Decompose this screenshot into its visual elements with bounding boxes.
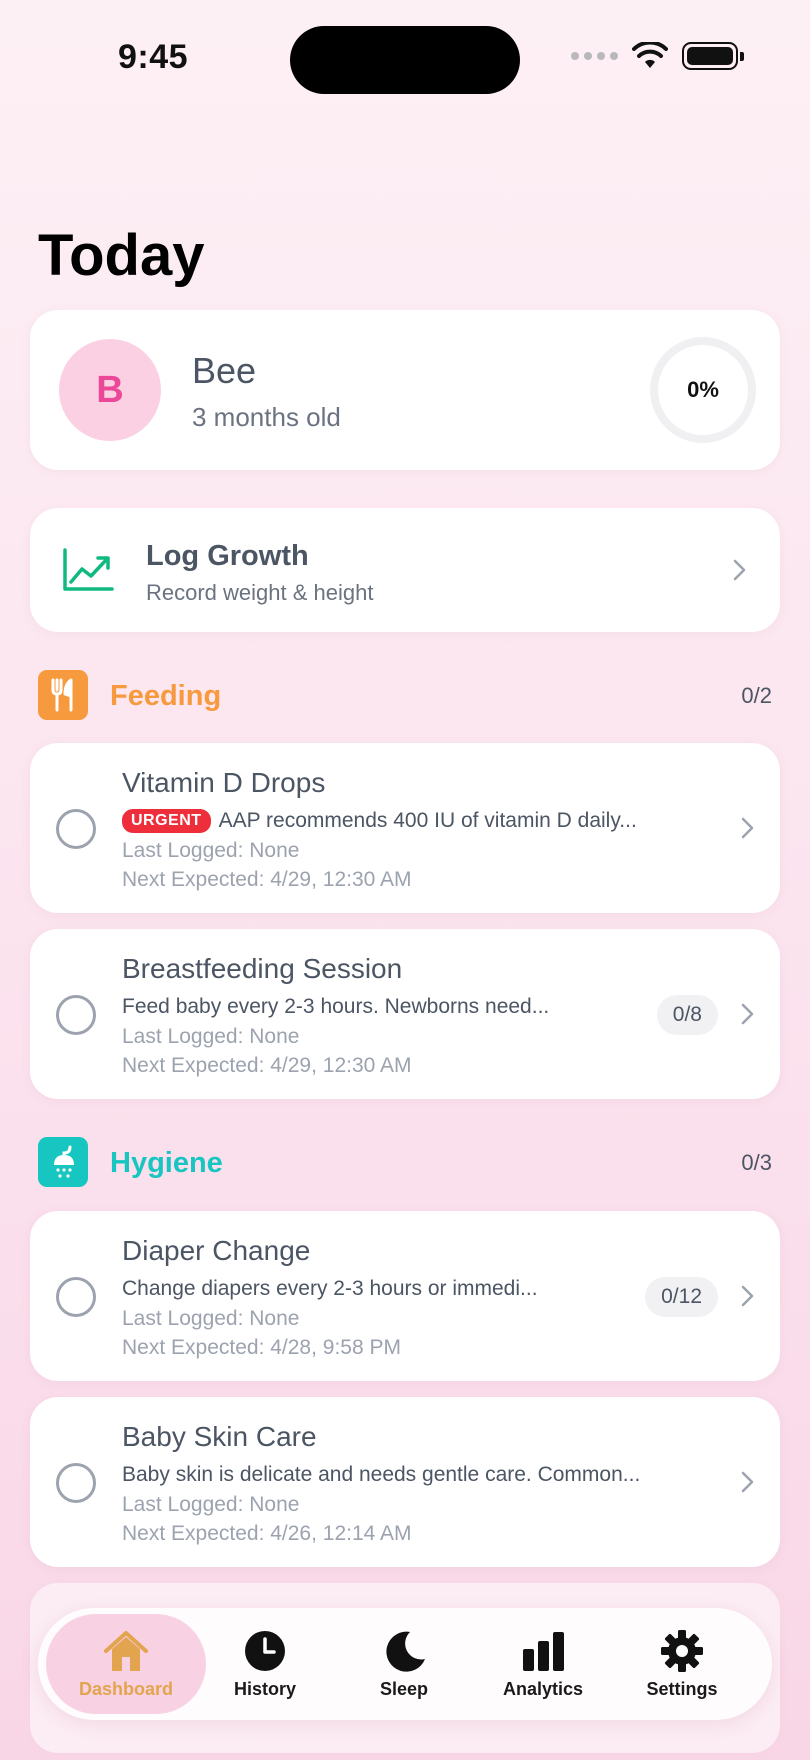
bottom-tab-bar: Dashboard History Sleep Analytics Settin… [38, 1608, 772, 1720]
task-card-baby-skin-care[interactable]: Baby Skin Care Baby skin is delicate and… [30, 1397, 780, 1567]
avatar: B [59, 339, 161, 441]
task-card-diaper-change[interactable]: Diaper Change Change diapers every 2-3 h… [30, 1211, 780, 1381]
baby-age: 3 months old [192, 402, 341, 432]
task-next-expected: Next Expected: 4/29, 12:30 AM [122, 868, 412, 891]
progress-label: 0% [687, 377, 719, 402]
task-card-vitamin-d[interactable]: Vitamin D Drops URGENT AAP recommends 40… [30, 743, 780, 913]
section-title: Feeding [110, 680, 222, 712]
cellular-signal-icon [571, 52, 618, 60]
task-title: Vitamin D Drops [122, 767, 326, 798]
page-title: Today [38, 223, 205, 288]
task-description: URGENT AAP recommends 400 IU of vitamin … [122, 809, 637, 833]
task-last-logged: Last Logged: None [122, 1493, 300, 1516]
task-card-breastfeeding[interactable]: Breastfeeding Session Feed baby every 2-… [30, 929, 780, 1099]
task-description: Feed baby every 2-3 hours. Newborns need… [122, 995, 550, 1018]
task-title: Breastfeeding Session [122, 953, 403, 984]
baby-name: Bee [192, 350, 257, 391]
task-count-pill: 0/12 [645, 1277, 718, 1317]
gear-icon [661, 1629, 703, 1672]
tab-dashboard[interactable]: Dashboard [46, 1614, 206, 1714]
baby-profile-card[interactable]: B Bee 3 months old 0% [30, 310, 780, 470]
task-next-expected: Next Expected: 4/28, 9:58 PM [122, 1336, 401, 1359]
tab-label: Analytics [502, 1678, 584, 1699]
tab-sleep[interactable]: Sleep [329, 1614, 479, 1714]
tab-label: Dashboard [78, 1678, 174, 1699]
task-title: Baby Skin Care [122, 1421, 317, 1452]
section-header-hygiene: Hygiene 0/3 [38, 1137, 772, 1187]
tab-label: Sleep [379, 1678, 429, 1699]
chevron-right-icon [741, 1003, 754, 1025]
bar-chart-icon [523, 1631, 564, 1671]
tab-analytics[interactable]: Analytics [468, 1614, 618, 1714]
section-count: 0/3 [741, 1150, 772, 1175]
house-icon [104, 1630, 148, 1671]
tab-history[interactable]: History [190, 1614, 340, 1714]
section-count: 0/2 [741, 683, 772, 708]
chevron-right-icon [741, 817, 754, 839]
chevron-right-icon [741, 1471, 754, 1493]
moon-icon [386, 1631, 425, 1672]
tab-settings[interactable]: Settings [607, 1614, 757, 1714]
task-next-expected: Next Expected: 4/26, 12:14 AM [122, 1522, 412, 1545]
complete-checkbox[interactable] [56, 809, 96, 849]
chevron-right-icon [741, 1285, 754, 1307]
daily-progress-ring: 0% [650, 337, 756, 443]
battery-icon [682, 42, 744, 70]
task-last-logged: Last Logged: None [122, 1025, 300, 1048]
dynamic-island [290, 26, 520, 94]
complete-checkbox[interactable] [56, 1463, 96, 1503]
log-growth-subtitle: Record weight & height [146, 580, 374, 605]
task-description: Change diapers every 2-3 hours or immedi… [122, 1277, 538, 1300]
log-growth-card[interactable]: Log Growth Record weight & height [30, 508, 780, 632]
shower-icon [38, 1137, 88, 1187]
task-description-text: AAP recommends 400 IU of vitamin D daily… [218, 809, 637, 832]
growth-chart-icon [63, 548, 114, 591]
clock-icon [245, 1630, 285, 1671]
status-icons [571, 42, 744, 70]
chevron-right-icon [733, 559, 746, 581]
task-title: Diaper Change [122, 1235, 311, 1266]
urgent-badge: URGENT [122, 809, 211, 833]
task-description: Baby skin is delicate and needs gentle c… [122, 1463, 641, 1486]
complete-checkbox[interactable] [56, 995, 96, 1035]
section-title: Hygiene [110, 1147, 223, 1179]
tab-label: History [233, 1678, 296, 1699]
task-last-logged: Last Logged: None [122, 839, 300, 862]
status-bar: 9:45 [0, 0, 810, 120]
task-last-logged: Last Logged: None [122, 1307, 300, 1330]
fork-knife-icon [38, 670, 88, 720]
wifi-icon [632, 42, 668, 68]
complete-checkbox[interactable] [56, 1277, 96, 1317]
tab-label: Settings [646, 1678, 718, 1699]
status-time: 9:45 [118, 38, 189, 76]
task-next-expected: Next Expected: 4/29, 12:30 AM [122, 1054, 412, 1077]
section-header-feeding: Feeding 0/2 [38, 670, 772, 720]
task-count-pill: 0/8 [656, 995, 718, 1035]
log-growth-title: Log Growth [146, 540, 309, 572]
